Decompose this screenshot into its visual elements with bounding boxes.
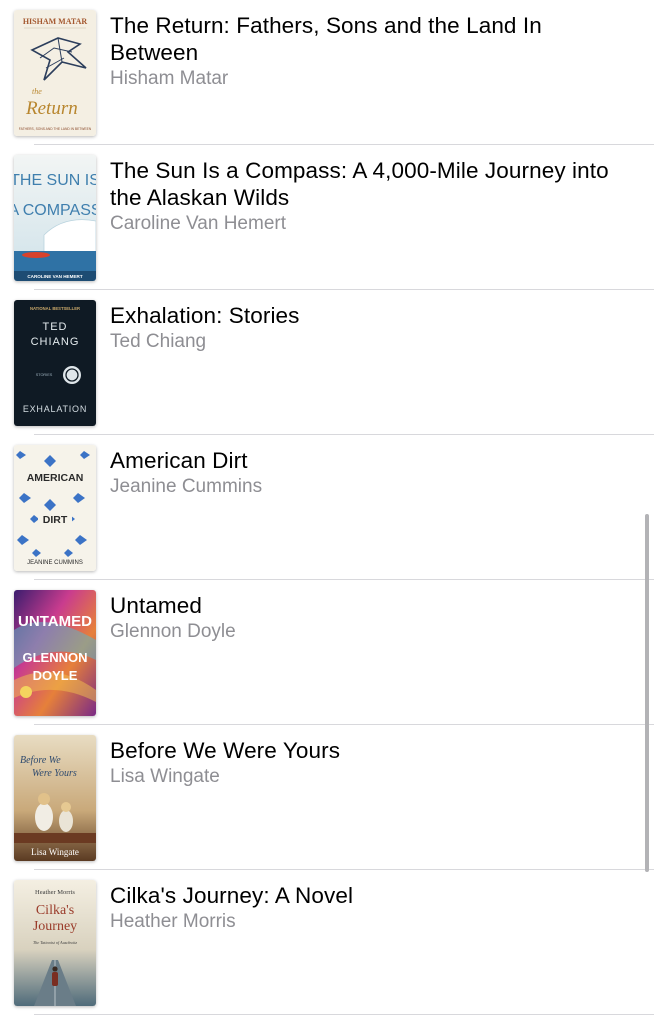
cover-author-text: JEANINE CUMMINS (27, 560, 83, 566)
cover-author-line1: TED (43, 321, 68, 333)
cover-author-text: CAROLINE VAN HEMERT (27, 274, 82, 279)
book-row[interactable]: HISHAM MATAR the Return FATHERS, SONS AN… (0, 0, 654, 145)
book-info: American Dirt Jeanine Cummins (110, 447, 632, 499)
book-title: Before We Were Yours (110, 738, 341, 763)
book-cover[interactable]: UNTAMED GLENNON DOYLE (14, 590, 96, 716)
cover-author-text: HISHAM MATAR (23, 17, 88, 26)
cover-author-line2: DOYLE (33, 668, 78, 683)
cover-title: UNTAMED (18, 613, 92, 630)
book-info: Cilka's Journey: A Novel Heather Morris (110, 882, 632, 934)
cover-badge: NATIONAL BESTSELLER (30, 306, 80, 311)
cover-title-line2: A COMPASS (14, 202, 96, 219)
book-title: The Return: Fathers, Sons and the Land I… (110, 13, 542, 65)
book-info: Exhalation: Stories Ted Chiang (110, 302, 632, 354)
cover-subtitle: STORIES (36, 373, 53, 377)
book-author: Glennon Doyle (110, 621, 236, 642)
book-info: Untamed Glennon Doyle (110, 592, 632, 644)
book-row[interactable]: AMERICAN DIRT JEANINE CUMMINS American D… (0, 435, 654, 580)
book-cover[interactable]: Heather Morris Cilka's Journey The Tatto… (14, 880, 96, 1006)
book-list: HISHAM MATAR the Return FATHERS, SONS AN… (0, 0, 654, 1024)
cover-subtitle: FATHERS, SONS AND THE LAND IN BETWEEN (19, 127, 92, 131)
book-author: Jeanine Cummins (110, 476, 263, 497)
book-cover[interactable]: AMERICAN DIRT JEANINE CUMMINS (14, 445, 96, 571)
book-row[interactable]: THE SUN IS A COMPASS CAROLINE VAN HEMERT… (0, 145, 654, 290)
cover-title-line1: THE SUN IS (14, 172, 96, 189)
scroll-indicator[interactable] (645, 514, 649, 872)
cover-title: Return (25, 98, 78, 119)
cover-tagline: The Tattooist of Auschwitz (33, 940, 77, 945)
book-row[interactable]: NATIONAL BESTSELLER TED CHIANG STORIES E… (0, 290, 654, 435)
book-info: The Return: Fathers, Sons and the Land I… (110, 12, 632, 91)
cover-title-line1: Cilka's (36, 903, 74, 918)
book-title: The Sun Is a Compass: A 4,000-Mile Journ… (110, 158, 609, 210)
book-row[interactable]: Before We Were Yours Lisa Wingate Before… (0, 725, 654, 870)
book-author: Ted Chiang (110, 331, 207, 352)
book-author: Caroline Van Hemert (110, 213, 287, 234)
book-author: Heather Morris (110, 911, 236, 932)
book-title: American Dirt (110, 448, 248, 473)
book-author: Lisa Wingate (110, 766, 220, 787)
book-title: Cilka's Journey: A Novel (110, 883, 354, 908)
cover-title-line2: DIRT (43, 514, 68, 526)
book-cover[interactable]: NATIONAL BESTSELLER TED CHIANG STORIES E… (14, 300, 96, 426)
cover-title: EXHALATION (23, 404, 87, 414)
cover-title-line2: Were Yours (32, 768, 77, 779)
cover-title-line1: Before We (20, 755, 61, 766)
cover-author-text: Lisa Wingate (31, 847, 79, 857)
book-info: Before We Were Yours Lisa Wingate (110, 737, 632, 789)
cover-author-line1: GLENNON (23, 650, 88, 665)
book-cover[interactable]: Before We Were Yours Lisa Wingate (14, 735, 96, 861)
book-cover[interactable]: HISHAM MATAR the Return FATHERS, SONS AN… (14, 10, 96, 136)
cover-author-line2: CHIANG (31, 336, 80, 348)
cover-title-line2: Journey (33, 919, 77, 934)
book-cover[interactable]: THE SUN IS A COMPASS CAROLINE VAN HEMERT (14, 155, 96, 281)
row-separator (34, 1014, 654, 1015)
book-title: Exhalation: Stories (110, 303, 300, 328)
book-info: The Sun Is a Compass: A 4,000-Mile Journ… (110, 157, 632, 236)
cover-author-text: Heather Morris (35, 889, 75, 896)
cover-title-line1: AMERICAN (27, 472, 84, 484)
book-author: Hisham Matar (110, 68, 229, 89)
book-title: Untamed (110, 593, 202, 618)
cover-title-small: the (32, 87, 42, 96)
book-row[interactable]: UNTAMED GLENNON DOYLE Untamed Glennon Do… (0, 580, 654, 725)
book-row[interactable]: Heather Morris Cilka's Journey The Tatto… (0, 870, 654, 1015)
